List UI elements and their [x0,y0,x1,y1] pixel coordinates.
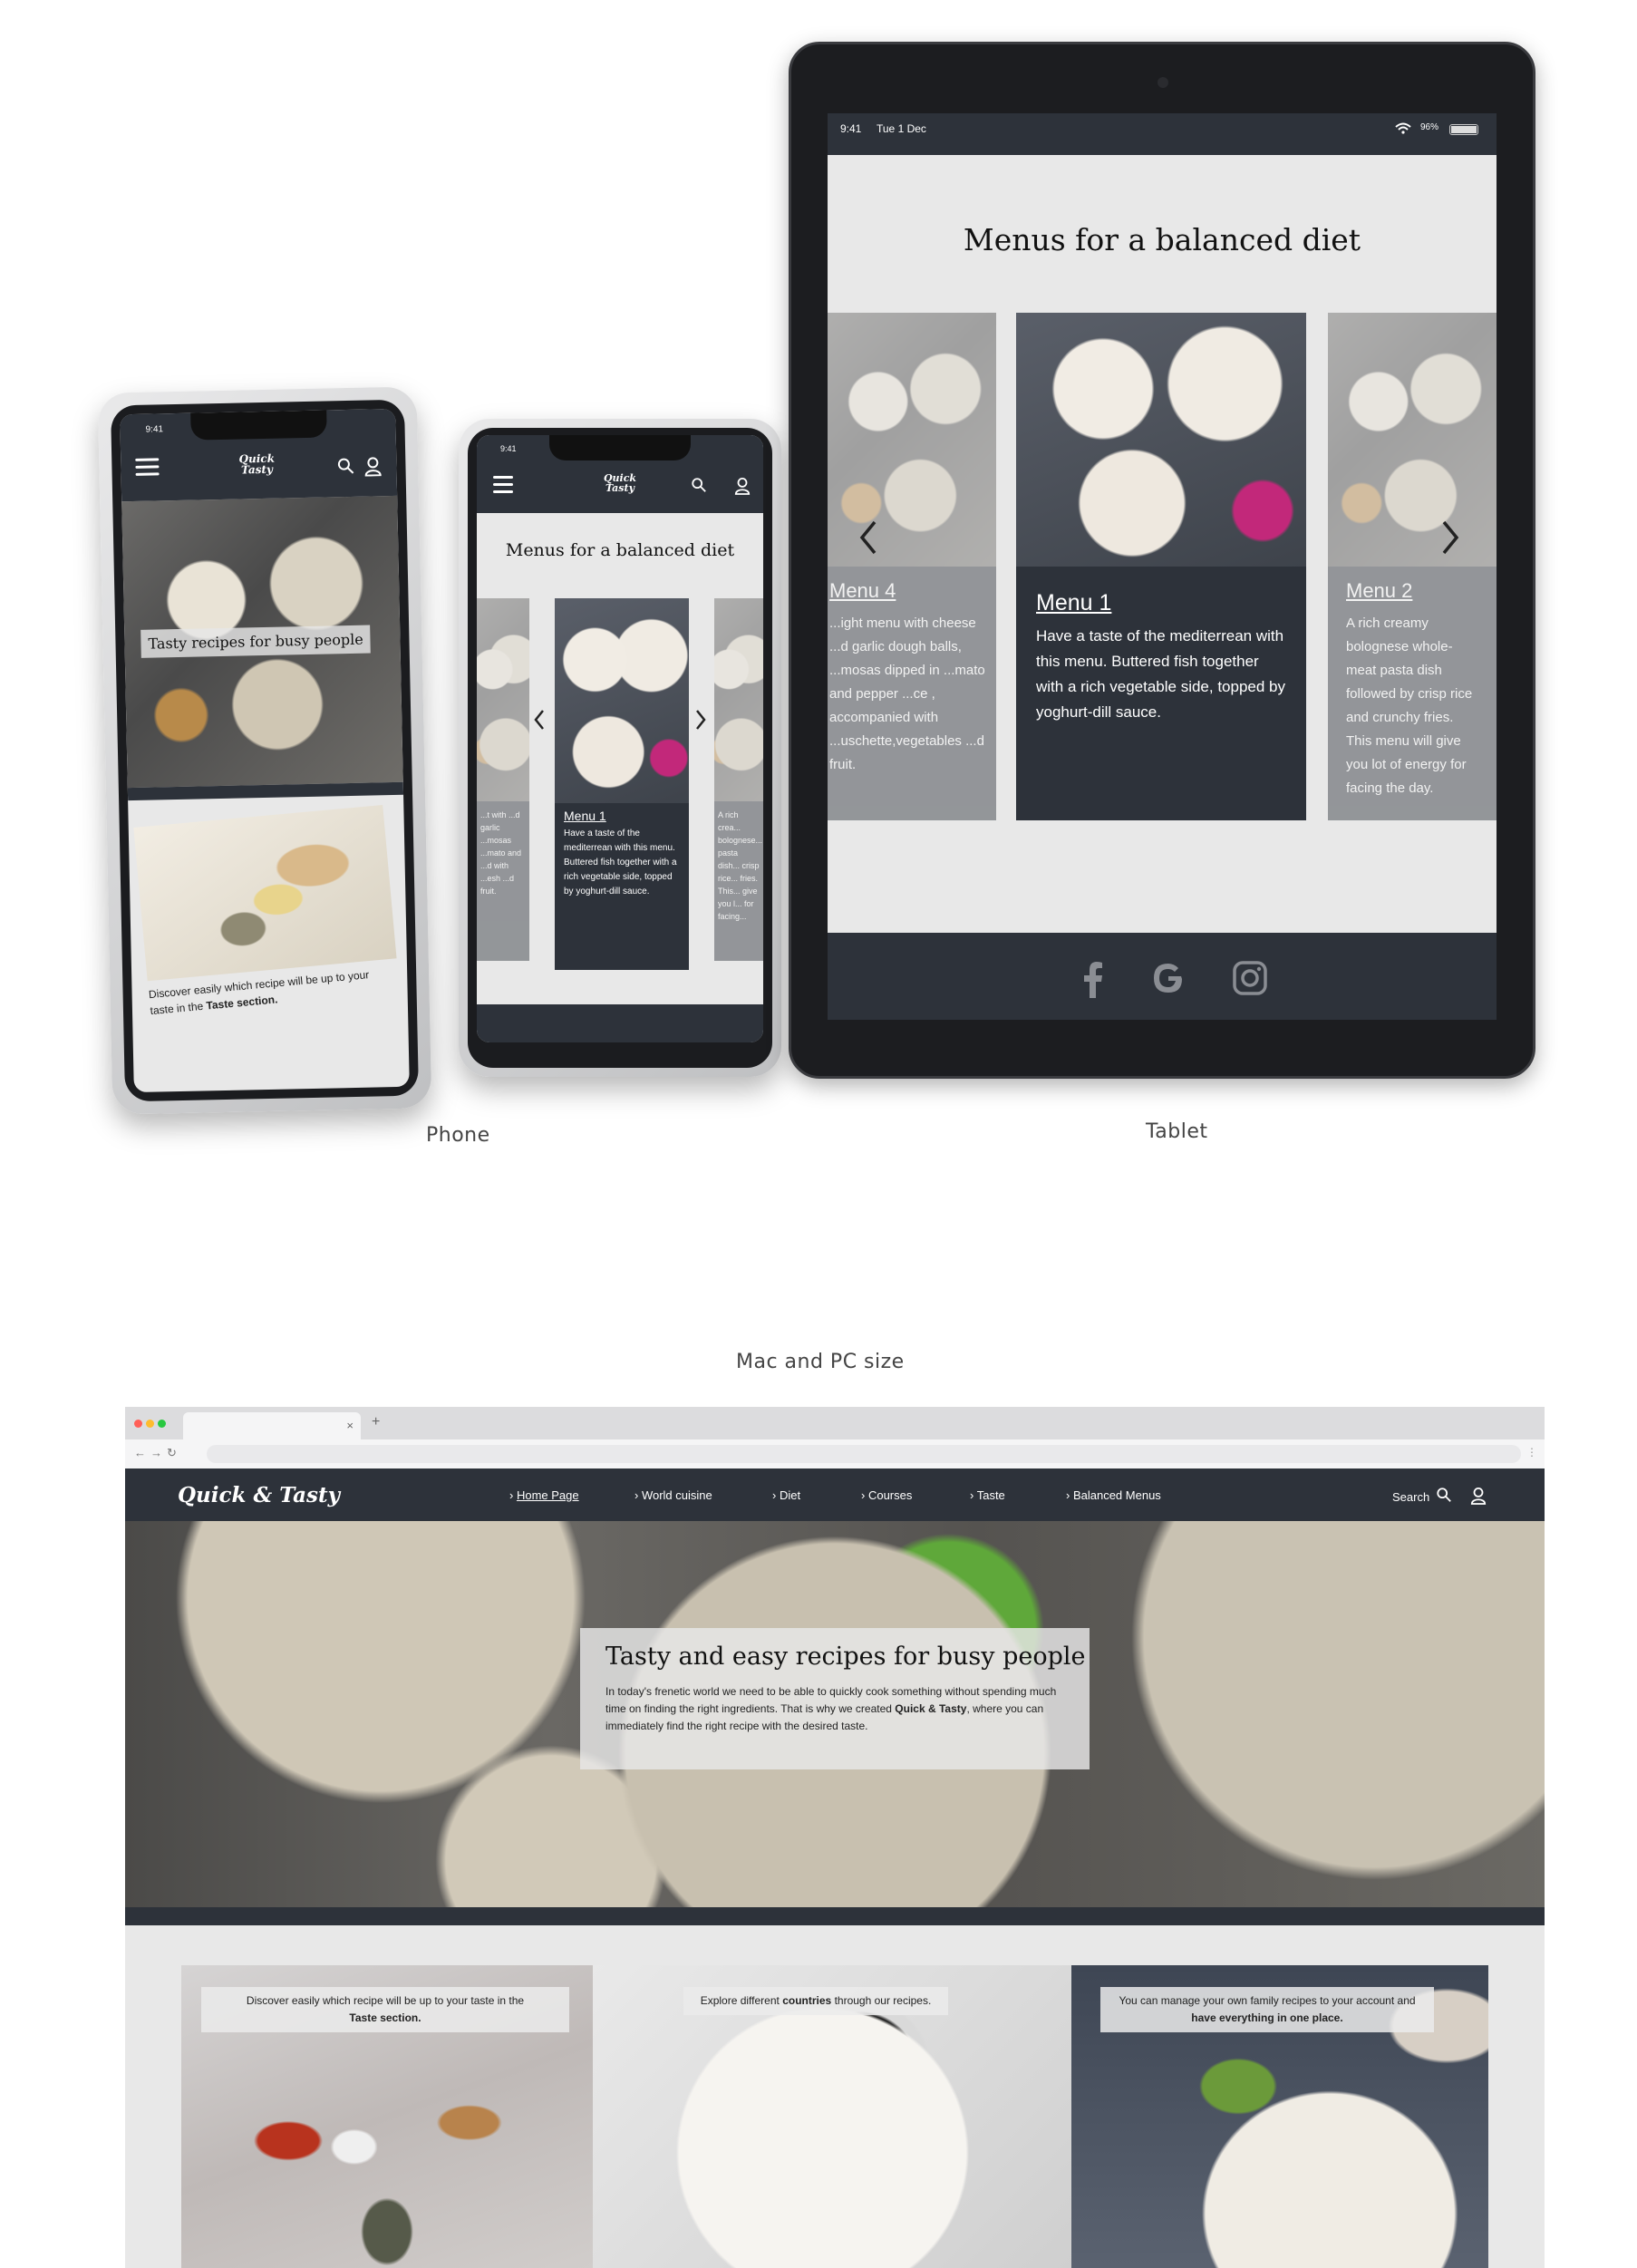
phone-1-header: 9:41 Quick Tasty [120,408,398,502]
phone-1-device: 9:41 Quick Tasty Tasty recipes for busy … [97,386,432,1115]
tablet-card-left[interactable]: Menu 4 ...ight menu with cheese ...d gar… [828,313,996,820]
hero-text: In today's frenetic world we need to be … [605,1685,1057,1732]
chevron-right-icon[interactable] [694,709,707,731]
caption-tablet: Tablet [1146,1120,1208,1143]
tablet-screen: 9:41 Tue 1 Dec 96% Menus for a balanced … [828,113,1497,1020]
phone-2-screen: 9:41 Quick Tasty Menus for a balanced di… [477,435,763,1042]
tablet-card-center[interactable]: Menu 1 Have a taste of the mediterrean w… [1016,313,1306,820]
battery-icon [1449,124,1478,135]
card-taste[interactable]: Discover easily which recipe will be up … [181,1965,593,2268]
search-label[interactable]: Search [1392,1490,1429,1504]
search-icon[interactable] [1436,1487,1452,1503]
instagram-icon[interactable] [1232,960,1268,996]
nav-balanced-menus[interactable]: › Balanced Menus [1066,1488,1161,1502]
desktop-logo[interactable]: Quick & Tasty [178,1483,340,1507]
caption-phone: Phone [426,1124,490,1147]
notch [549,435,691,460]
carousel-card-left[interactable]: ...t with ...d garlic ...mosas ...mato a… [477,598,529,961]
nav-diet[interactable]: › Diet [772,1488,800,1502]
user-icon[interactable] [1470,1487,1487,1505]
chevron-left-icon[interactable] [533,709,546,731]
menu-description: Have a taste of the mediterrean with thi… [564,829,677,897]
tab-close-icon[interactable]: × [346,1419,354,1432]
card-countries[interactable]: Explore different countries through our … [593,1965,1071,2268]
forward-icon[interactable]: → [150,1446,162,1459]
search-icon[interactable] [336,457,354,475]
menu-name: Menu 1 [564,809,606,823]
address-bar[interactable] [207,1445,1521,1463]
card-account[interactable]: You can manage your own family recipes t… [1071,1965,1488,2268]
traffic-light-maximize[interactable] [158,1420,166,1428]
phone-1-hero-title: Tasty recipes for busy people [140,625,372,658]
status-time: 9:41 [500,444,517,453]
back-icon[interactable]: ← [134,1446,146,1459]
caption-desktop: Mac and PC size [736,1351,905,1373]
carousel-card-center[interactable]: Menu 1 Have a taste of the mediterrean w… [555,598,689,970]
phone-1-taste-card[interactable]: Discover easily which recipe will be up … [133,804,403,1055]
logo[interactable]: Quick Tasty [229,452,284,477]
menu-name: Menu 1 [1036,590,1112,615]
browser-toolbar: ← → ↻ ⋮ [125,1439,1545,1468]
hamburger-icon[interactable] [493,471,513,498]
tablet-status-bar: 9:41 Tue 1 Dec 96% [828,113,1497,155]
tablet-camera [1158,77,1168,88]
tablet-card-right[interactable]: Menu 2 A rich creamy bolognese whole-mea… [1328,313,1497,820]
hero-divider [125,1907,1545,1925]
hamburger-icon[interactable] [135,453,160,480]
nav-taste[interactable]: › Taste [970,1488,1005,1502]
phone-2-header: 9:41 Quick Tasty [477,435,763,513]
phone-2-section-title: Menus for a balanced diet [505,540,735,560]
status-time: 9:41 [145,424,164,435]
menu-image [555,598,689,803]
browser-window: × + ← → ↻ ⋮ Quick & Tasty › Home Page › … [125,1407,1545,2268]
nav-home[interactable]: › Home Page [509,1488,579,1502]
search-icon[interactable] [691,477,707,493]
tablet-device: 9:41 Tue 1 Dec 96% Menus for a balanced … [789,42,1535,1079]
facebook-icon[interactable] [1083,962,1103,998]
nav-courses[interactable]: › Courses [861,1488,912,1502]
phone-1-screen: 9:41 Quick Tasty Tasty recipes for busy … [120,408,410,1093]
hero-title: Tasty and easy recipes for busy people [605,1643,1086,1671]
traffic-light-close[interactable] [134,1420,142,1428]
user-icon[interactable] [363,456,382,477]
phone-2-footer [477,1004,763,1042]
traffic-light-minimize[interactable] [146,1420,154,1428]
hero-text-box: Tasty and easy recipes for busy people I… [580,1628,1090,1769]
spice-image [133,804,397,982]
menu-dots-icon[interactable]: ⋮ [1526,1446,1537,1459]
menu-description: Have a taste of the mediterrean with thi… [1036,627,1286,721]
tablet-footer [828,933,1497,1020]
google-icon[interactable] [1152,962,1185,994]
logo[interactable]: Quick Tasty [593,473,647,493]
nav-world-cuisine[interactable]: › World cuisine [634,1488,712,1502]
reload-icon[interactable]: ↻ [167,1446,177,1460]
wifi-icon [1395,122,1411,134]
new-tab-icon[interactable]: + [372,1414,380,1430]
tablet-section-title: Menus for a balanced diet [963,222,1361,257]
chevron-left-icon[interactable] [858,519,878,556]
browser-tab-bar: × + [125,1407,1545,1439]
carousel-card-right[interactable]: A rich crea... bolognese... pasta dish..… [714,598,763,961]
menu-image [1016,313,1306,567]
browser-tab[interactable]: × [183,1412,361,1439]
phone-2-device: 9:41 Quick Tasty Menus for a balanced di… [459,419,781,1077]
chevron-right-icon[interactable] [1440,519,1460,556]
notch [190,410,327,441]
user-icon[interactable] [734,477,751,495]
